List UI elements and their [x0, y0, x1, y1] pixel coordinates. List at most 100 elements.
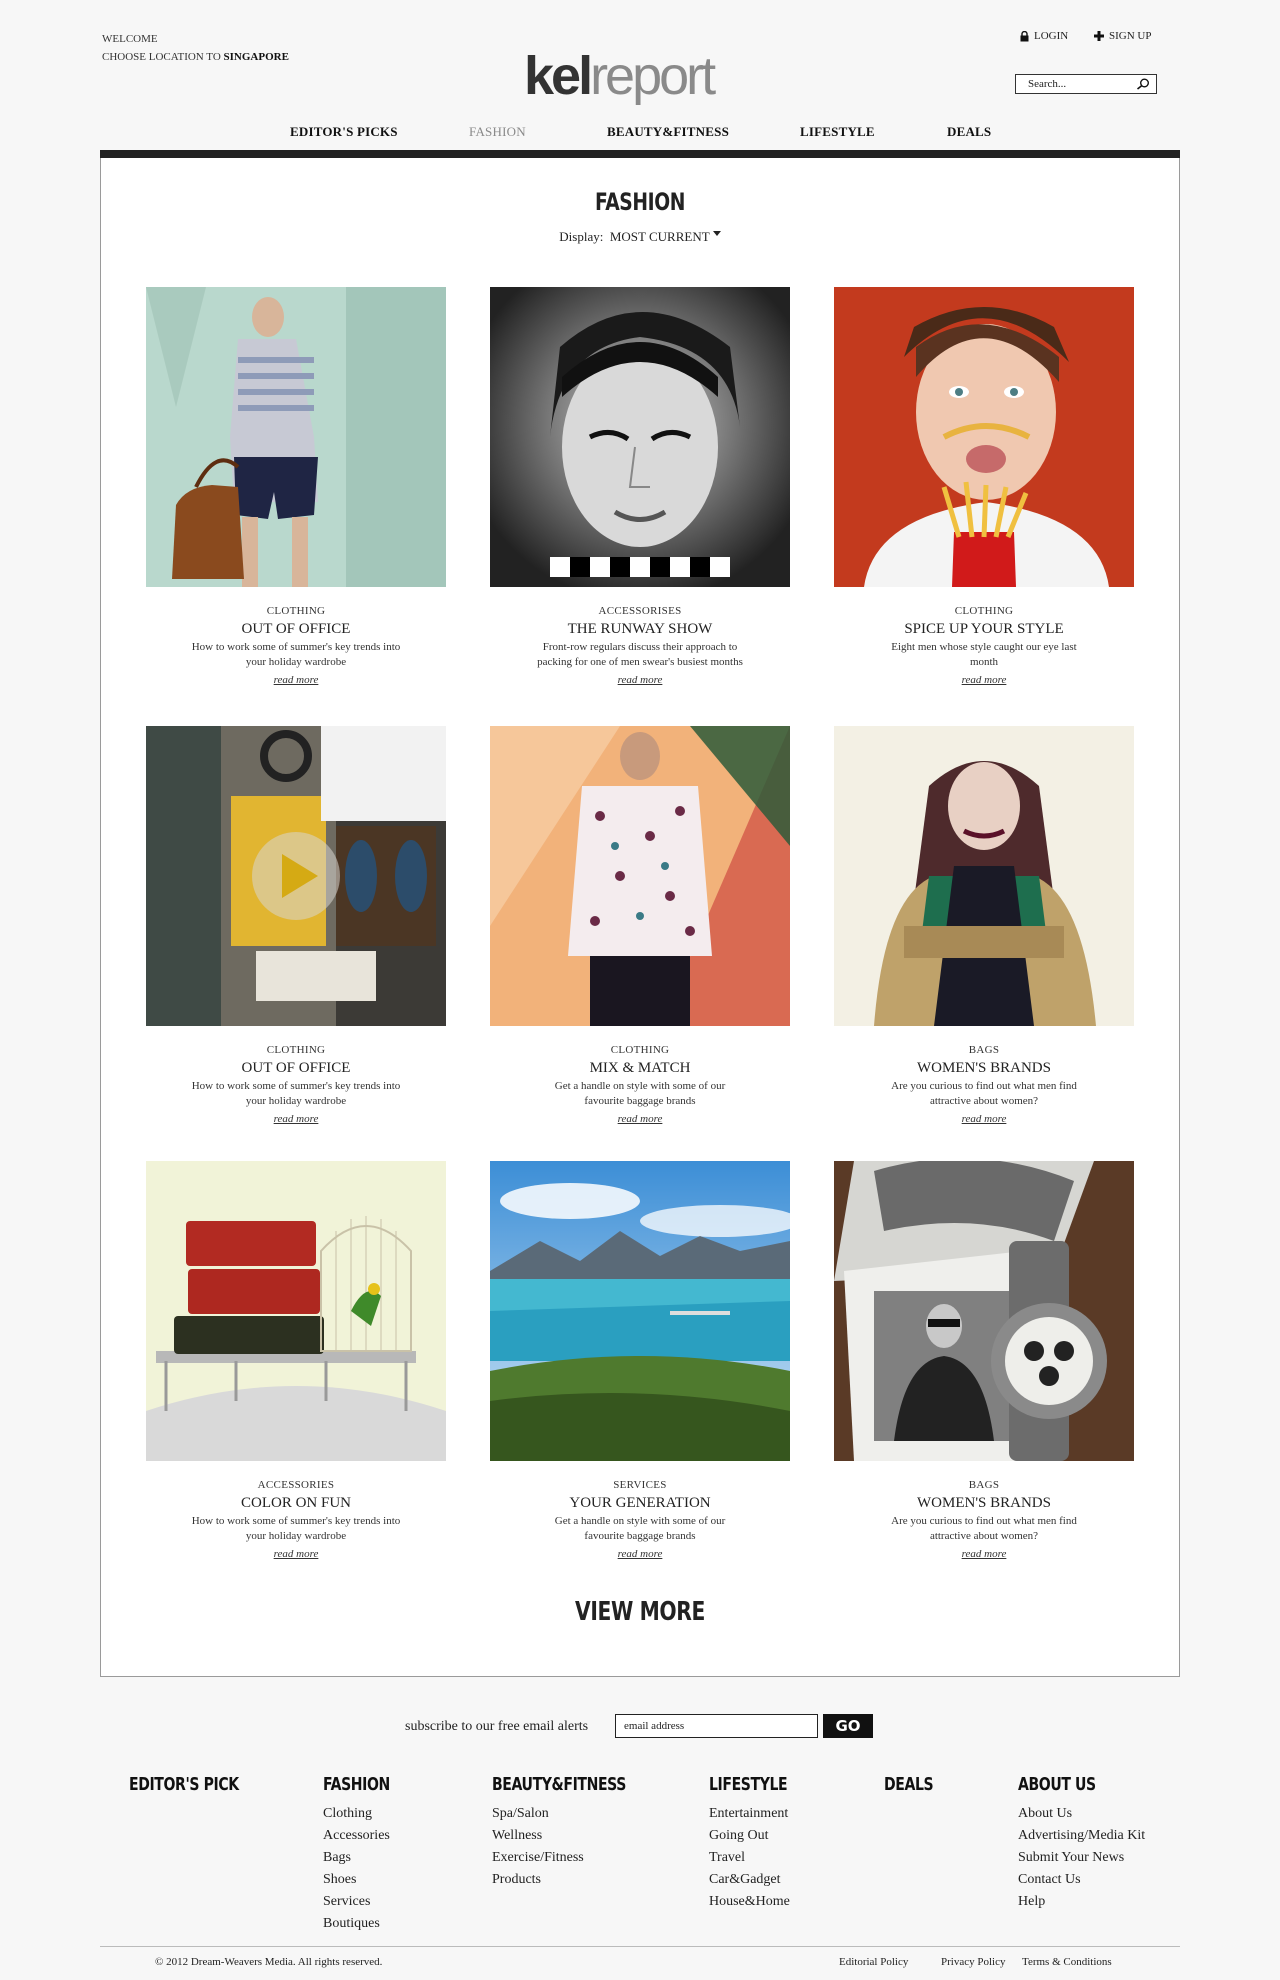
search-icon[interactable]: [1136, 78, 1150, 90]
article-title[interactable]: WOMEN'S BRANDS: [834, 1060, 1134, 1077]
footer-link[interactable]: Exercise/Fitness: [492, 1847, 664, 1869]
article-card: SERVICES YOUR GENERATION Get a handle on…: [490, 1161, 790, 1562]
article-description: Eight men whose style caught our eye las…: [891, 641, 1077, 668]
article-title[interactable]: YOUR GENERATION: [490, 1495, 790, 1512]
article-category: BAGS: [968, 1479, 1000, 1491]
caret-down-icon: [712, 231, 721, 236]
footer-link[interactable]: Spa/Salon: [492, 1803, 664, 1825]
footer-link[interactable]: House&Home: [709, 1891, 809, 1913]
footer-link[interactable]: Entertainment: [709, 1803, 809, 1825]
footer-link[interactable]: Products: [492, 1869, 664, 1891]
article-image[interactable]: [834, 726, 1134, 1026]
footer-link[interactable]: Boutiques: [323, 1913, 409, 1935]
read-more-link[interactable]: read more: [962, 674, 1007, 686]
footer-link[interactable]: Wellness: [492, 1825, 664, 1847]
signup-link[interactable]: SIGN UP: [1094, 30, 1151, 42]
read-more-link[interactable]: read more: [274, 1113, 319, 1125]
article-description: How to work some of summer's key trends …: [191, 641, 401, 668]
sort-value: MOST CURRENT: [609, 229, 710, 244]
article-image[interactable]: [146, 1161, 446, 1461]
article-card: ACCESSORISES THE RUNWAY SHOW Front-row r…: [490, 287, 790, 688]
article-image[interactable]: [146, 726, 446, 1026]
article-description: Are you curious to find out what men fin…: [891, 1080, 1077, 1107]
search-box: [1015, 74, 1157, 94]
login-link[interactable]: LOGIN: [1020, 30, 1068, 42]
footer-heading[interactable]: LIFESTYLE: [709, 1774, 788, 1795]
article-category: CLOTHING: [954, 605, 1014, 617]
terms-conditions-link[interactable]: Terms & Conditions: [1022, 1956, 1112, 1968]
article-title[interactable]: MIX & MATCH: [490, 1060, 790, 1077]
read-more-link[interactable]: read more: [618, 1548, 663, 1560]
footer-link[interactable]: About Us: [1018, 1803, 1145, 1825]
footer-heading[interactable]: DEALS: [884, 1774, 934, 1795]
article-description: How to work some of summer's key trends …: [191, 1080, 401, 1107]
footer-heading[interactable]: EDITOR'S PICK: [129, 1774, 239, 1795]
footer-heading[interactable]: FASHION: [323, 1774, 390, 1795]
article-card: BAGS WOMEN'S BRANDS Are you curious to f…: [834, 1161, 1134, 1562]
email-field-wrap: [615, 1714, 818, 1738]
read-more-link[interactable]: read more: [618, 1113, 663, 1125]
article-card: ACCESSORIES COLOR ON FUN How to work som…: [146, 1161, 446, 1562]
location-link[interactable]: SINGAPORE: [224, 51, 289, 63]
footer-link[interactable]: Services: [323, 1891, 409, 1913]
article-category: CLOTHING: [610, 1044, 670, 1056]
nav-divider-bar: [100, 150, 1180, 158]
email-field[interactable]: [616, 1715, 817, 1737]
site-logo[interactable]: kelreport: [524, 46, 744, 106]
footer-link[interactable]: Contact Us: [1018, 1869, 1145, 1891]
read-more-link[interactable]: read more: [274, 1548, 319, 1560]
read-more-link[interactable]: read more: [962, 1548, 1007, 1560]
footer-link[interactable]: Bags: [323, 1847, 409, 1869]
article-image[interactable]: [834, 287, 1134, 587]
article-description: How to work some of summer's key trends …: [191, 1515, 401, 1542]
privacy-policy-link[interactable]: Privacy Policy: [941, 1956, 1005, 1968]
footer-heading[interactable]: BEAUTY&FITNESS: [492, 1774, 626, 1795]
read-more-link[interactable]: read more: [962, 1113, 1007, 1125]
sort-dropdown[interactable]: MOST CURRENT: [610, 229, 721, 244]
nav-fashion[interactable]: FASHION: [469, 124, 526, 140]
footer-heading[interactable]: ABOUT US: [1018, 1774, 1117, 1795]
footer-link[interactable]: Going Out: [709, 1825, 809, 1847]
subscribe-label: subscribe to our free email alerts: [405, 1719, 589, 1734]
login-label: LOGIN: [1034, 30, 1069, 42]
footer-link[interactable]: Clothing: [323, 1803, 409, 1825]
read-more-link[interactable]: read more: [274, 674, 319, 686]
lock-icon: [1020, 30, 1029, 41]
footer-link[interactable]: Accessories: [323, 1825, 409, 1847]
footer-col-editors-pick: EDITOR'S PICK: [129, 1774, 270, 1795]
article-title[interactable]: WOMEN'S BRANDS: [834, 1495, 1134, 1512]
nav-editors-picks[interactable]: EDITOR'S PICKS: [290, 124, 398, 140]
nav-deals[interactable]: DEALS: [947, 124, 991, 140]
nav-lifestyle[interactable]: LIFESTYLE: [800, 124, 875, 140]
footer-link[interactable]: Travel: [709, 1847, 809, 1869]
read-more-link[interactable]: read more: [618, 674, 663, 686]
article-image[interactable]: [834, 1161, 1134, 1461]
search-input[interactable]: [1016, 75, 1134, 93]
article-image[interactable]: [490, 1161, 790, 1461]
article-title[interactable]: OUT OF OFFICE: [146, 1060, 446, 1077]
footer-col-beauty-fitness: BEAUTY&FITNESS Spa/Salon Wellness Exerci…: [492, 1774, 664, 1891]
logo-part-1: kel: [524, 46, 593, 106]
footer-col-deals: DEALS: [884, 1774, 947, 1795]
nav-beauty-fitness[interactable]: BEAUTY&FITNESS: [607, 124, 729, 140]
footer-link[interactable]: Shoes: [323, 1869, 409, 1891]
welcome-label: WELCOME: [102, 33, 158, 45]
editorial-policy-link[interactable]: Editorial Policy: [839, 1956, 908, 1968]
article-title[interactable]: COLOR ON FUN: [146, 1495, 446, 1512]
article-image[interactable]: [490, 726, 790, 1026]
copyright-text: © 2012 Dream-Weavers Media. All rights r…: [155, 1956, 383, 1968]
article-description: Are you curious to find out what men fin…: [891, 1515, 1077, 1542]
footer-link[interactable]: Car&Gadget: [709, 1869, 809, 1891]
view-more-button[interactable]: VIEW MORE: [141, 1597, 1139, 1627]
article-title[interactable]: THE RUNWAY SHOW: [490, 621, 790, 638]
subscribe-go-button[interactable]: GO: [823, 1714, 873, 1738]
footer-link[interactable]: Submit Your News: [1018, 1847, 1145, 1869]
article-image[interactable]: [146, 287, 446, 587]
article-image[interactable]: [490, 287, 790, 587]
article-description: Get a handle on style with some of our f…: [554, 1080, 726, 1107]
footer-link[interactable]: Help: [1018, 1891, 1145, 1913]
article-title[interactable]: OUT OF OFFICE: [146, 621, 446, 638]
footer-link[interactable]: Advertising/Media Kit: [1018, 1825, 1145, 1847]
footer-col-lifestyle: LIFESTYLE Entertainment Going Out Travel…: [709, 1774, 809, 1913]
article-title[interactable]: SPICE UP YOUR STYLE: [834, 621, 1134, 638]
